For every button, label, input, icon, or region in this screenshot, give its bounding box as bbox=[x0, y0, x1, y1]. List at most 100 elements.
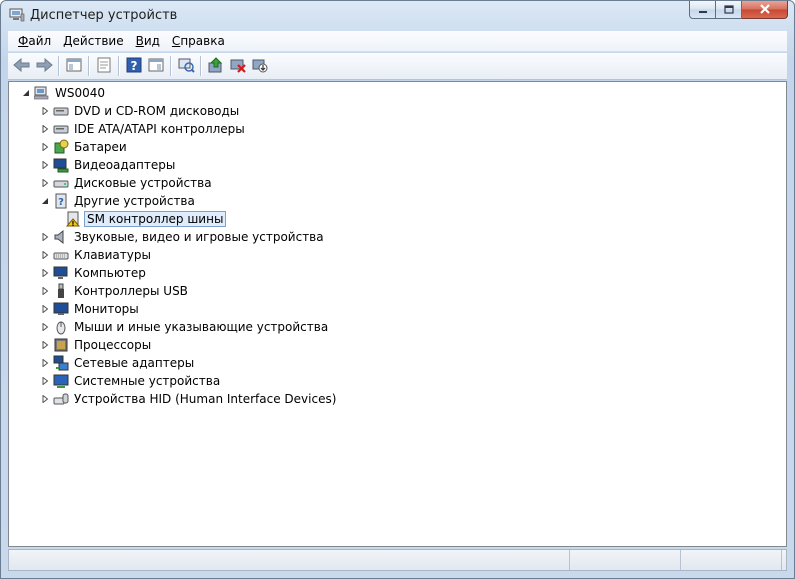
back-icon bbox=[13, 57, 31, 75]
battery-icon bbox=[53, 139, 69, 155]
forward-icon bbox=[35, 57, 53, 75]
tree-root-label: WS0040 bbox=[55, 86, 106, 100]
warning-device-icon: ! bbox=[65, 211, 81, 227]
device-tree[interactable]: WS0040 DVD и CD-ROM дисководы IDE ATA/AT… bbox=[8, 81, 787, 547]
system-device-icon bbox=[53, 373, 69, 389]
toolbar-separator bbox=[88, 56, 90, 76]
hid-icon bbox=[53, 391, 69, 407]
tree-category-hid[interactable]: Устройства HID (Human Interface Devices) bbox=[40, 390, 338, 408]
svg-text:!: ! bbox=[71, 220, 74, 227]
tree-category-label: Устройства HID (Human Interface Devices) bbox=[74, 392, 337, 406]
tree-category-other[interactable]: ? Другие устройства bbox=[40, 192, 197, 210]
toolbar: ? bbox=[8, 53, 787, 80]
tree-category-batteries[interactable]: Батареи bbox=[40, 138, 129, 156]
menu-action-label: ействие bbox=[72, 34, 124, 48]
collapsed-arrow-icon[interactable] bbox=[40, 232, 50, 242]
computer-monitor-icon bbox=[53, 265, 69, 281]
properties-icon bbox=[96, 57, 112, 76]
tree-category-ide[interactable]: IDE ATA/ATAPI контроллеры bbox=[40, 120, 247, 138]
properties-button[interactable] bbox=[93, 55, 115, 77]
unknown-device-icon: ? bbox=[53, 193, 69, 209]
tree-category-label: Батареи bbox=[74, 140, 127, 154]
collapsed-arrow-icon[interactable] bbox=[40, 394, 50, 404]
show-hide-console-tree-button[interactable] bbox=[63, 55, 85, 77]
disable-device-button[interactable] bbox=[227, 55, 249, 77]
collapsed-arrow-icon[interactable] bbox=[40, 178, 50, 188]
tree-category-label: Сетевые адаптеры bbox=[74, 356, 195, 370]
show-action-pane-button[interactable] bbox=[145, 55, 167, 77]
collapsed-arrow-icon[interactable] bbox=[40, 124, 50, 134]
update-driver-button[interactable] bbox=[205, 55, 227, 77]
window-title: Диспетчер устройств bbox=[30, 8, 178, 23]
speaker-icon bbox=[53, 229, 69, 245]
help-icon: ? bbox=[126, 57, 142, 76]
status-segment-3 bbox=[681, 550, 782, 570]
collapsed-arrow-icon[interactable] bbox=[40, 106, 50, 116]
computer-icon bbox=[34, 85, 50, 101]
menu-help-label: правка bbox=[180, 34, 225, 48]
collapsed-arrow-icon[interactable] bbox=[40, 250, 50, 260]
show-hide-console-tree-icon bbox=[66, 58, 82, 75]
collapsed-arrow-icon[interactable] bbox=[40, 286, 50, 296]
dvd-drive-icon bbox=[53, 103, 69, 119]
toolbar-separator bbox=[170, 56, 172, 76]
menu-view[interactable]: Вид bbox=[130, 34, 166, 48]
minimize-button[interactable] bbox=[689, 1, 716, 19]
collapsed-arrow-icon[interactable] bbox=[40, 304, 50, 314]
collapsed-arrow-icon[interactable] bbox=[40, 142, 50, 152]
svg-text:?: ? bbox=[131, 59, 138, 73]
help-button[interactable]: ? bbox=[123, 55, 145, 77]
tree-category-label: Клавиатуры bbox=[74, 248, 151, 262]
tree-category-sound[interactable]: Звуковые, видео и игровые устройства bbox=[40, 228, 326, 246]
tree-category-dvd[interactable]: DVD и CD-ROM дисководы bbox=[40, 102, 241, 120]
tree-root[interactable]: WS0040 bbox=[21, 84, 107, 102]
tree-category-processors[interactable]: Процессоры bbox=[40, 336, 153, 354]
tree-category-usb[interactable]: Контроллеры USB bbox=[40, 282, 190, 300]
expanded-arrow-icon[interactable] bbox=[40, 196, 50, 206]
tree-device-label: SM контроллер шины bbox=[84, 211, 227, 227]
tree-category-label: Звуковые, видео и игровые устройства bbox=[74, 230, 324, 244]
status-segment-2 bbox=[570, 550, 681, 570]
tree-category-network[interactable]: Сетевые адаптеры bbox=[40, 354, 196, 372]
ide-controller-icon bbox=[53, 121, 69, 137]
tree-category-label: Мыши и иные указывающие устройства bbox=[74, 320, 329, 334]
tree-category-mice[interactable]: Мыши и иные указывающие устройства bbox=[40, 318, 330, 336]
tree-category-disks[interactable]: Дисковые устройства bbox=[40, 174, 214, 192]
monitor-icon bbox=[53, 301, 69, 317]
processor-icon bbox=[53, 337, 69, 353]
title-bar[interactable]: Диспетчер устройств bbox=[1, 1, 794, 31]
back-button[interactable] bbox=[11, 55, 33, 77]
expanded-arrow-icon[interactable] bbox=[21, 88, 31, 98]
collapsed-arrow-icon[interactable] bbox=[40, 322, 50, 332]
tree-category-computer[interactable]: Компьютер bbox=[40, 264, 148, 282]
tree-category-label: DVD и CD-ROM дисководы bbox=[74, 104, 240, 118]
menu-view-accel: В bbox=[135, 34, 144, 48]
collapsed-arrow-icon[interactable] bbox=[40, 376, 50, 386]
maximize-button[interactable] bbox=[716, 1, 742, 19]
tree-device-sm-bus-controller[interactable]: ! SM контроллер шины bbox=[59, 210, 227, 228]
close-button[interactable] bbox=[742, 1, 788, 19]
collapsed-arrow-icon[interactable] bbox=[40, 340, 50, 350]
svg-text:?: ? bbox=[58, 197, 64, 208]
scan-hardware-changes-button[interactable] bbox=[175, 55, 197, 77]
device-manager-window: Диспетчер устройств Файл Действие Вид Сп… bbox=[0, 0, 795, 579]
mouse-icon bbox=[53, 319, 69, 335]
collapsed-arrow-icon[interactable] bbox=[40, 358, 50, 368]
menu-file[interactable]: Файл bbox=[12, 34, 57, 48]
tree-category-keyboards[interactable]: Клавиатуры bbox=[40, 246, 153, 264]
show-action-pane-icon bbox=[148, 58, 164, 75]
tree-category-system[interactable]: Системные устройства bbox=[40, 372, 222, 390]
tree-category-monitors[interactable]: Мониторы bbox=[40, 300, 141, 318]
status-segment-main bbox=[9, 550, 570, 570]
menu-file-label: айл bbox=[28, 34, 52, 48]
tree-category-label: Другие устройства bbox=[74, 194, 195, 208]
collapsed-arrow-icon[interactable] bbox=[40, 160, 50, 170]
menu-action[interactable]: Действие bbox=[57, 34, 129, 48]
menu-help[interactable]: Справка bbox=[166, 34, 231, 48]
menu-file-accel: Ф bbox=[18, 34, 29, 48]
collapsed-arrow-icon[interactable] bbox=[40, 268, 50, 278]
forward-button[interactable] bbox=[33, 55, 55, 77]
uninstall-device-button[interactable] bbox=[249, 55, 271, 77]
tree-category-video[interactable]: Видеоадаптеры bbox=[40, 156, 177, 174]
menu-bar: Файл Действие Вид Справка bbox=[8, 31, 787, 52]
